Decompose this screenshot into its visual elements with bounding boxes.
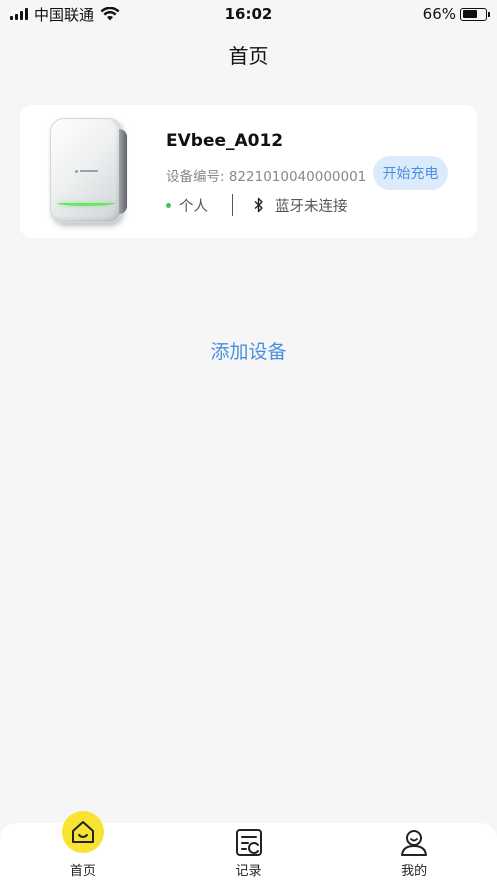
- tab-records[interactable]: 记录: [166, 823, 332, 883]
- tab-label-home: 首页: [69, 864, 96, 879]
- status-left: 中国联通: [10, 4, 120, 25]
- charger-side-edge: [119, 129, 127, 214]
- status-bar: 中国联通 16:02 66%: [0, 0, 497, 28]
- device-name: EVbee_A012: [166, 131, 284, 151]
- home-icon: [61, 811, 104, 853]
- device-card[interactable]: EVbee_A012 设备编号: 8221010040000001 开始充电 个…: [20, 105, 477, 238]
- charger-status-light: [57, 200, 115, 206]
- tab-bar: 首页 记录 我的: [0, 811, 497, 883]
- tab-label-profile: 我的: [401, 864, 428, 879]
- device-serial: 设备编号: 8221010040000001: [166, 169, 367, 185]
- wifi-icon: [100, 7, 120, 21]
- tab-profile[interactable]: 我的: [331, 823, 497, 883]
- add-device-link[interactable]: 添加设备: [0, 337, 497, 364]
- tab-home[interactable]: 首页: [0, 811, 166, 883]
- bluetooth-icon: [254, 197, 263, 213]
- battery-percent: 66%: [422, 5, 456, 23]
- signal-icon: [10, 8, 28, 20]
- battery-icon: [460, 7, 490, 21]
- start-charging-button[interactable]: 开始充电: [373, 156, 448, 190]
- bluetooth-status: 蓝牙未连接: [275, 198, 348, 215]
- charger-device-image: [50, 118, 127, 223]
- charger-logo: [75, 169, 101, 173]
- status-dot-icon: [166, 202, 171, 208]
- profile-icon: [392, 823, 436, 861]
- battery-fill: [462, 10, 478, 18]
- records-icon: [227, 823, 271, 861]
- device-meta: 个人 蓝牙未连接: [166, 194, 348, 216]
- meta-divider: [232, 194, 233, 216]
- owner-type: 个人: [179, 198, 208, 215]
- page-title: 首页: [228, 44, 269, 68]
- status-right: 66%: [422, 5, 490, 23]
- tab-label-records: 记录: [235, 864, 262, 879]
- carrier-name: 中国联通: [34, 5, 95, 24]
